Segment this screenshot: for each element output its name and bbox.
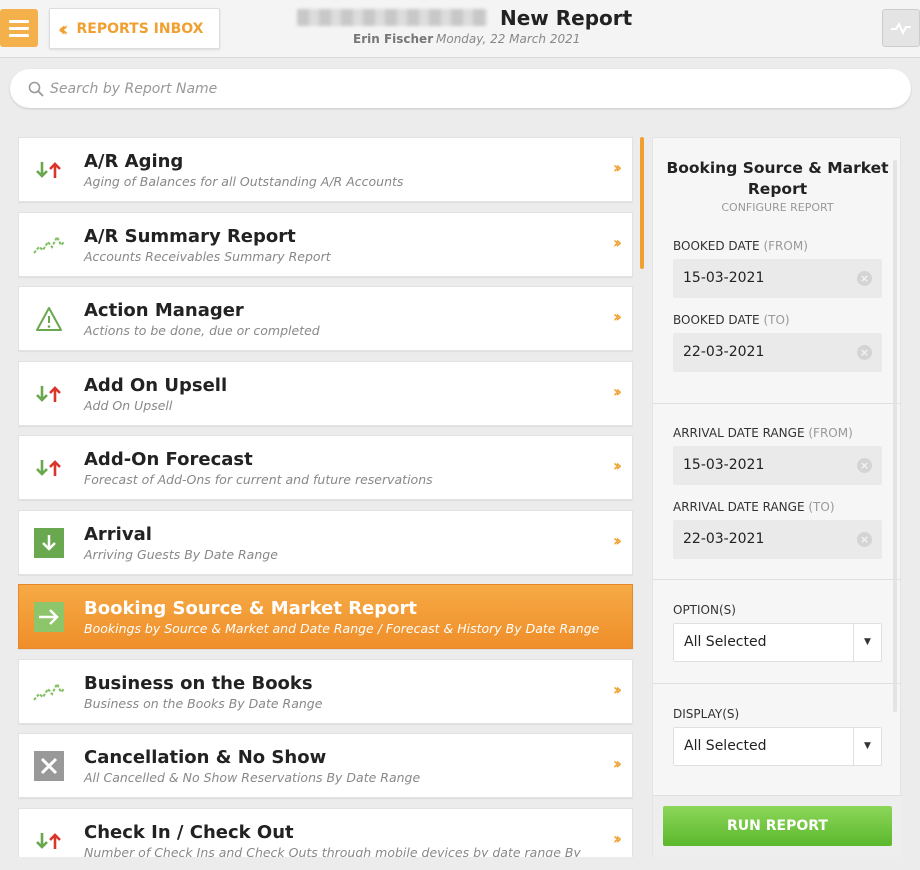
hamburger-menu-icon[interactable] [0, 9, 38, 47]
arrival-date-from-input[interactable]: 15-03-2021 × [673, 446, 882, 485]
report-name: Add-On Forecast [84, 449, 253, 470]
report-description: Forecast of Add-Ons for current and futu… [84, 472, 433, 487]
arrival-date-to-label: ARRIVAL DATE RANGE (TO) [673, 500, 835, 514]
double-chevron-right-icon[interactable]: ›› [613, 382, 622, 401]
reports-inbox-button[interactable]: ‹‹ REPORTS INBOX [49, 8, 220, 49]
up-down-arrows-icon [33, 154, 65, 186]
trend-line-icon [33, 676, 65, 708]
arrival-date-to-value: 22-03-2021 [683, 531, 765, 547]
current-date: Monday, 22 March 2021 [436, 32, 581, 46]
activity-icon[interactable] [882, 9, 920, 47]
booked-date-to-input[interactable]: 22-03-2021 × [673, 333, 882, 372]
report-item[interactable]: Check In / Check Out Number of Check Ins … [18, 807, 633, 858]
clear-icon[interactable]: × [857, 271, 872, 286]
double-chevron-right-icon[interactable]: ›› [613, 307, 622, 326]
report-description: Accounts Receivables Summary Report [84, 248, 331, 264]
report-name: Cancellation & No Show [84, 747, 327, 768]
up-down-arrows-icon [33, 452, 65, 484]
divider [653, 403, 902, 404]
double-chevron-right-icon[interactable]: ›› [613, 456, 622, 475]
clear-icon[interactable]: × [857, 532, 872, 547]
trend-line-icon [33, 229, 65, 261]
double-chevron-right-icon[interactable]: ›› [613, 531, 622, 550]
booked-date-from-value: 15-03-2021 [683, 270, 765, 286]
caret-down-icon: ▼ [853, 624, 881, 661]
options-label: OPTION(S) [673, 603, 736, 617]
arrival-date-from-label: ARRIVAL DATE RANGE (FROM) [673, 426, 853, 440]
arrival-date-from-value: 15-03-2021 [683, 457, 765, 473]
double-chevron-right-icon[interactable]: ›› [613, 829, 622, 848]
displays-label: DISPLAY(S) [673, 707, 740, 721]
double-chevron-right-icon[interactable]: ›› [613, 233, 622, 252]
arrival-icon [33, 527, 65, 559]
double-chevron-right-icon[interactable]: ›› [613, 158, 622, 177]
report-name: Check In / Check Out [84, 821, 294, 843]
report-item[interactable]: Arrival Arriving Guests By Date Range ›› [18, 509, 633, 575]
page-title: New Report [500, 6, 633, 30]
report-item[interactable]: A/R Summary Report Accounts Receivables S… [18, 211, 633, 277]
report-name: Booking Source & Market Report [84, 598, 417, 619]
report-name: Arrival [84, 523, 152, 545]
search-input[interactable] [50, 80, 870, 97]
list-scrollbar[interactable] [640, 137, 644, 269]
arrival-date-to-input[interactable]: 22-03-2021 × [673, 520, 882, 559]
report-name: Action Manager [84, 300, 244, 321]
booked-date-to-label: BOOKED DATE (TO) [673, 313, 790, 327]
double-chevron-left-icon: ‹‹ [58, 16, 69, 41]
report-name: A/R Summary Report [84, 225, 296, 247]
report-name: A/R Aging [84, 151, 184, 172]
double-chevron-right-icon[interactable]: ›› [613, 754, 622, 773]
report-item[interactable]: A/R Aging Aging of Balances for all Outst… [18, 137, 633, 202]
report-item[interactable]: Booking Source & Market Report Bookings b… [18, 584, 633, 649]
report-description: Actions to be done, due or completed [84, 323, 320, 338]
divider [653, 683, 902, 684]
booked-date-from-label: BOOKED DATE (FROM) [673, 239, 808, 253]
user-name: Erin Fischer [353, 32, 434, 46]
up-down-arrows-icon [33, 378, 65, 410]
config-subtitle: CONFIGURE REPORT [721, 201, 834, 214]
configure-report-panel: Booking Source & Market Report CONFIGURE… [652, 137, 902, 857]
clear-icon[interactable]: × [857, 458, 872, 473]
report-description: Add On Upsell [84, 397, 173, 413]
report-item[interactable]: Business on the Books Business on the Boo… [18, 658, 633, 724]
reports-inbox-label: REPORTS INBOX [76, 20, 204, 37]
report-description: Number of Check Ins and Check Outs throu… [84, 844, 581, 858]
warning-triangle-icon [33, 303, 65, 335]
arrow-right-icon [33, 601, 65, 633]
report-description: All Cancelled & No Show Reservations By … [84, 770, 421, 785]
report-description: Business on the Books By Date Range [84, 695, 323, 711]
clear-icon[interactable]: × [857, 345, 872, 360]
app-header: ‹‹ REPORTS INBOX New Report Erin Fischer… [0, 0, 920, 58]
search-icon [28, 81, 44, 97]
options-select[interactable]: All Selected ▼ [673, 623, 882, 662]
search-bar[interactable] [10, 69, 911, 108]
config-title: Booking Source & Market Report [666, 159, 889, 198]
report-description: Bookings by Source & Market and Date Ran… [84, 621, 600, 636]
report-name: Add On Upsell [84, 374, 228, 396]
report-item[interactable]: Action Manager Actions to be done, due or… [18, 286, 633, 351]
report-description: Aging of Balances for all Outstanding A/… [84, 174, 404, 189]
panel-scrollbar[interactable] [893, 160, 897, 712]
displays-value: All Selected [684, 738, 767, 754]
blurred-property-name [297, 9, 487, 26]
booked-date-to-value: 22-03-2021 [683, 344, 765, 360]
booked-date-from-input[interactable]: 15-03-2021 × [673, 259, 882, 298]
options-value: All Selected [684, 634, 767, 650]
report-item[interactable]: Add-On Forecast Forecast of Add-Ons for c… [18, 435, 633, 500]
double-chevron-right-icon[interactable]: ›› [613, 680, 622, 699]
report-item[interactable]: Add On Upsell Add On Upsell ›› [18, 360, 633, 426]
report-description: Arriving Guests By Date Range [84, 546, 278, 562]
report-item[interactable]: Cancellation & No Show All Cancelled & No… [18, 733, 633, 798]
displays-select[interactable]: All Selected ▼ [673, 727, 882, 766]
report-list: A/R Aging Aging of Balances for all Outst… [18, 137, 634, 857]
caret-down-icon: ▼ [853, 728, 881, 765]
run-report-button[interactable]: RUN REPORT [663, 806, 892, 846]
run-report-area: RUN REPORT [653, 795, 902, 857]
up-down-arrows-icon [33, 825, 65, 857]
report-name: Business on the Books [84, 672, 313, 694]
cancel-x-icon [33, 750, 65, 782]
divider [653, 579, 902, 580]
